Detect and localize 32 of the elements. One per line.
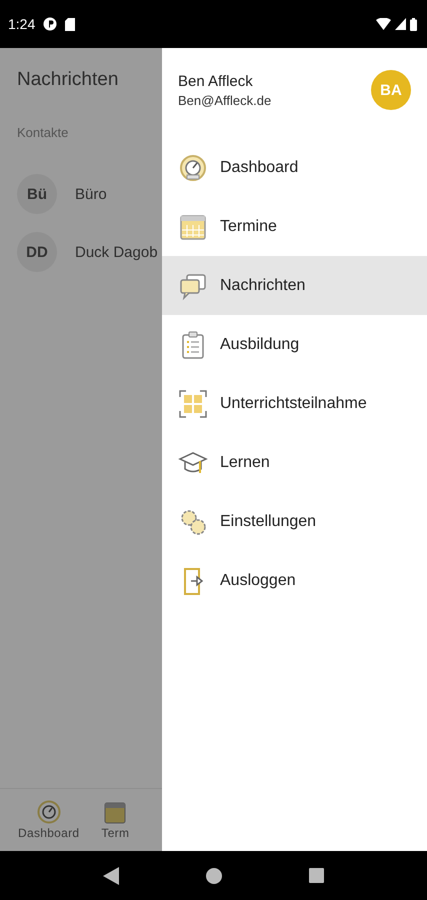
- nav-label[interactable]: Term: [101, 826, 130, 840]
- section-label: Kontakte: [17, 125, 70, 140]
- nav-label[interactable]: Dashboard: [18, 826, 80, 840]
- back-icon[interactable]: [103, 866, 120, 884]
- contact-name: Büro: [75, 186, 107, 202]
- app-notification-icon: [43, 17, 58, 31]
- user-name: Ben Affleck: [178, 72, 254, 90]
- gauge-icon: [178, 152, 208, 182]
- user-email: Ben@Affleck.de: [178, 92, 272, 108]
- status-time: 1:24: [8, 16, 36, 32]
- wifi-icon: [376, 18, 391, 30]
- menu-item[interactable]: Ausbildung: [162, 315, 427, 374]
- contact-avatar: DD: [17, 232, 57, 272]
- signal-icon: [395, 18, 406, 30]
- contact-name: Duck Dagob: [75, 244, 158, 260]
- gauge-icon: [36, 800, 61, 824]
- menu-item[interactable]: Unterrichtsteilnahme: [162, 374, 427, 433]
- menu-item[interactable]: Nachrichten: [162, 256, 427, 315]
- user-avatar: BA: [371, 70, 411, 110]
- home-icon[interactable]: [206, 868, 222, 884]
- sd-card-icon: [65, 18, 76, 30]
- calendar-icon: [104, 800, 126, 824]
- menu-item[interactable]: Einstellungen: [162, 492, 427, 551]
- recents-icon[interactable]: [308, 868, 324, 883]
- menu-item[interactable]: Lernen: [162, 433, 427, 492]
- contact-avatar: Bü: [17, 174, 57, 214]
- battery-icon: [410, 18, 417, 30]
- menu-item[interactable]: Dashboard: [162, 138, 427, 197]
- screen-title: Nachrichten: [17, 69, 120, 91]
- menu-item[interactable]: Ausloggen: [162, 551, 427, 610]
- qr-code-icon: [178, 388, 208, 418]
- menu-item[interactable]: Termine: [162, 197, 427, 256]
